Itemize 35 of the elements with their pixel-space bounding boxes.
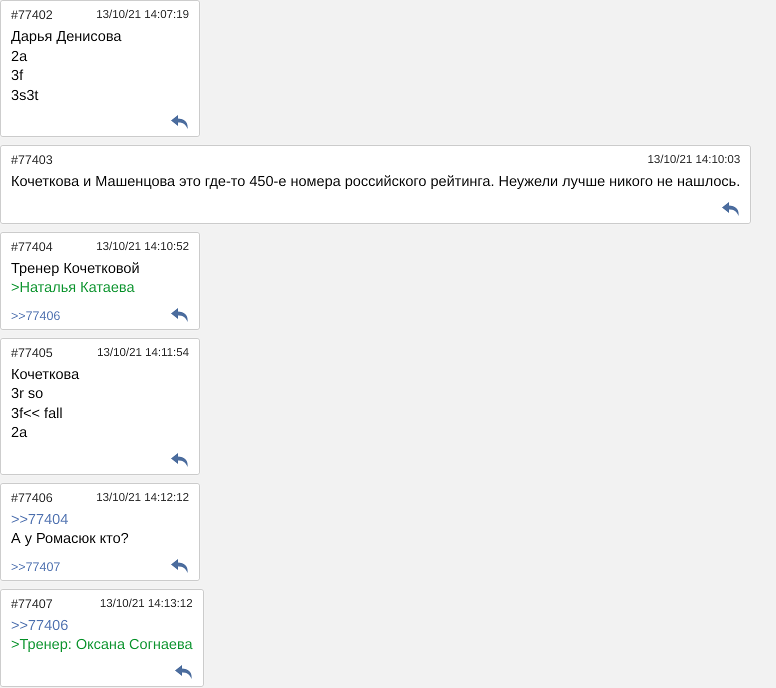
post-date: 13/10/21 14:12:12	[96, 490, 189, 504]
post-text: 3f<< fall	[11, 404, 63, 424]
post-link[interactable]: >>77406	[11, 616, 68, 636]
post-text: А у Ромасюк кто?	[11, 530, 129, 549]
post-number[interactable]: #77404	[11, 240, 53, 254]
post-number[interactable]: #77405	[11, 346, 53, 360]
reply-icon[interactable]	[171, 306, 189, 322]
post-text: 3f	[11, 67, 24, 86]
reply-icon[interactable]	[174, 664, 193, 680]
post-number[interactable]: #77402	[11, 8, 53, 22]
post-text: Кочеткова и Машенцова это где-то 450-е номера российского рейтинга. Неужели лучше никого не нашлось.	[11, 173, 740, 192]
post-number[interactable]: #77406	[11, 490, 53, 504]
quote-text: >Тренер: Оксана Согнаева	[11, 636, 193, 655]
post-date: 13/10/21 14:10:52	[96, 240, 189, 254]
post-text: 2a	[11, 48, 28, 66]
post-number[interactable]: #77403	[11, 153, 53, 167]
backlink[interactable]: >>77407	[11, 560, 60, 574]
post-text: Кочеткова	[11, 366, 80, 384]
post-link[interactable]: >>77404	[11, 510, 68, 530]
post-text: Дарья Денисова	[11, 28, 122, 47]
post-number[interactable]: #77407	[11, 596, 53, 610]
post-text: 3s3t	[11, 86, 38, 106]
post-text: 3r so	[11, 385, 44, 404]
reply-icon[interactable]	[171, 452, 189, 468]
reply-icon[interactable]	[171, 558, 189, 574]
post-date: 13/10/21 14:10:03	[648, 153, 740, 167]
reply-icon[interactable]	[171, 114, 189, 130]
post-text: 2a	[11, 424, 28, 443]
quote-text: >Наталья Катаева	[11, 279, 135, 298]
reply-icon[interactable]	[722, 200, 740, 216]
post-date: 13/10/21 14:13:12	[100, 596, 193, 610]
post-text: Тренер Кочетковой	[11, 260, 140, 278]
post-date: 13/10/21 14:07:19	[96, 8, 189, 22]
post-date: 13/10/21 14:11:54	[97, 346, 189, 360]
backlink[interactable]: >>77406	[11, 308, 60, 322]
